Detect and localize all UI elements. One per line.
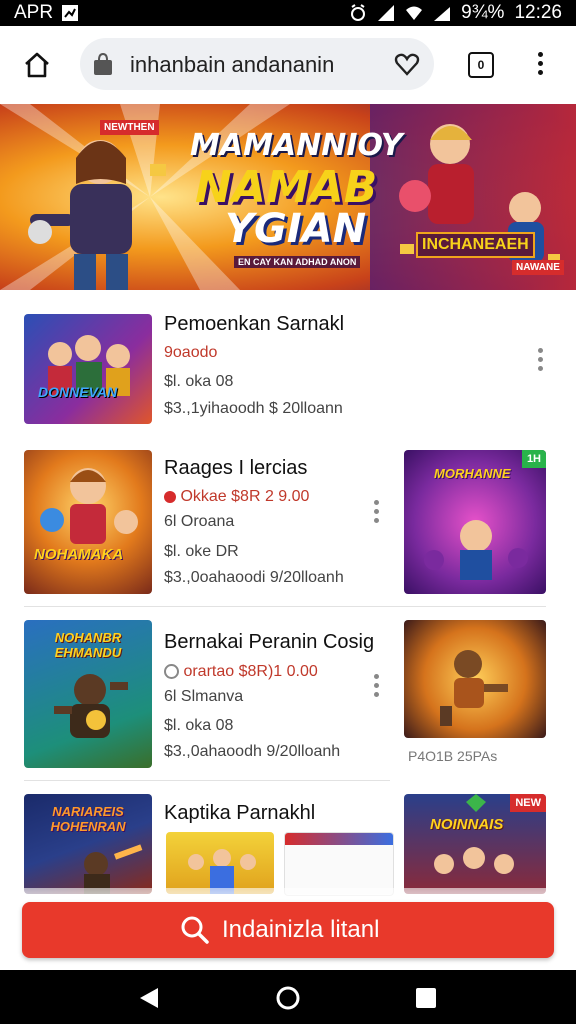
- notification-icon: [62, 5, 79, 21]
- product-thumb-3[interactable]: NOHANBR EHMANDU: [24, 620, 152, 768]
- side-thumb-4[interactable]: NOINNAIS NEW: [404, 794, 546, 894]
- new-badge: 1H: [521, 450, 546, 468]
- alarm-icon: [351, 4, 366, 21]
- side-caption-3: P4O1B 25PAs: [408, 748, 498, 764]
- game-art-thumb: [48, 335, 130, 396]
- back-icon[interactable]: [138, 986, 160, 1010]
- tomato-icon: [164, 490, 176, 503]
- signal-icon: [378, 5, 395, 21]
- url-bar[interactable]: inhanbain andananin: [80, 38, 434, 90]
- game-art-thumb: [188, 849, 256, 894]
- product-thumb-4[interactable]: NARIAREIS HOHENRAN: [24, 794, 152, 894]
- cell-signal-icon: [434, 7, 451, 21]
- product-meta-2b: $l. oke DR: [164, 543, 239, 560]
- product-price-3: orartao $8R)1 0.00: [164, 663, 318, 681]
- gallery-thumb-strip: [285, 833, 393, 845]
- banner-strap: EN CAY KAN ADHAD ANON: [234, 256, 361, 268]
- banner-title-line3: YGIAN: [225, 206, 367, 252]
- hero-banner[interactable]: MAMANNIOY NAMAB YGIAN EN CAY KAN ADHAD A…: [0, 104, 576, 290]
- more-options-icon[interactable]: [374, 500, 380, 527]
- recents-icon[interactable]: [415, 987, 437, 1009]
- system-nav-bar: [0, 970, 576, 1024]
- product-thumb-2[interactable]: NOHAMAKA: [24, 450, 152, 594]
- search-icon: [181, 916, 209, 944]
- game-art-thumb: [440, 650, 508, 726]
- thumb-title-3: NOHANBR EHMANDU: [54, 630, 122, 660]
- product-meta-1a: $l. oka 08: [164, 373, 234, 390]
- search-button[interactable]: Indainizla litanl: [22, 902, 554, 958]
- product-price-2-text: Okkae $8R 2 9.00: [180, 488, 310, 505]
- banner-subtitle: INCHANEAEH: [416, 232, 535, 258]
- product-title-3[interactable]: Bernakai Peranin Cosig: [164, 631, 374, 654]
- battery-label: 9¾%: [461, 2, 505, 23]
- more-options-icon[interactable]: [374, 674, 380, 701]
- tab-switcher-button[interactable]: 0: [468, 52, 494, 78]
- product-price-3-text: orartao $8R)1 0.00: [183, 663, 318, 680]
- banner-tag-left: NEWTHEN: [100, 120, 159, 135]
- banner-title-line1: MAMANNIOY: [190, 128, 403, 163]
- carrier-label: APR: [14, 2, 54, 23]
- clock-icon: [164, 664, 179, 680]
- product-meta-3b: $l. oka 08: [164, 717, 234, 734]
- wifi-icon: [406, 6, 423, 20]
- banner-tag-right: NAWANE: [512, 260, 564, 275]
- game-art-thumb: [40, 468, 138, 544]
- product-title-1[interactable]: Pemoenkan Sarnakl: [164, 313, 344, 336]
- gallery-thumb-b[interactable]: [284, 832, 394, 896]
- url-text: inhanbain andananin: [130, 52, 335, 77]
- divider: [24, 606, 546, 607]
- thumb-title-1: DONNEVAN: [38, 384, 118, 400]
- heart-icon[interactable]: [394, 52, 420, 76]
- divider: [24, 780, 390, 781]
- menu-icon[interactable]: [538, 52, 544, 79]
- product-title-4[interactable]: Kaptika Parnakhl: [164, 802, 315, 825]
- product-title-2[interactable]: Raages I lercias: [164, 457, 307, 480]
- side-thumb-title-2: MORHANNE: [434, 466, 511, 481]
- tab-count: 0: [477, 58, 485, 72]
- browser-toolbar: inhanbain andananin 0: [0, 26, 576, 105]
- gallery-thumb-a[interactable]: [166, 832, 274, 894]
- product-price-2: Okkae $8R 2 9.00: [164, 488, 309, 506]
- product-meta-2a: 6l Oroana: [164, 513, 235, 530]
- product-price-1: 9oaodo: [164, 344, 218, 361]
- product-meta-2c: $3.,0oahaoodi 9/20lloanh: [164, 569, 344, 586]
- home-icon[interactable]: [22, 50, 52, 80]
- clock: 12:26: [514, 2, 562, 23]
- side-thumb-3[interactable]: [404, 620, 546, 738]
- product-meta-3c: $3.,0ahaoodh 9/20lloanh: [164, 743, 341, 760]
- home-circle-icon[interactable]: [275, 985, 301, 1011]
- more-options-icon[interactable]: [538, 348, 544, 375]
- search-button-label: Indainizla litanl: [222, 916, 380, 943]
- status-bar: APR 9¾% 12:26: [0, 0, 576, 26]
- product-thumb-1[interactable]: DONNEVAN: [24, 314, 152, 424]
- product-meta-1b: $3.,1yihaoodh $ 20lloann: [164, 400, 343, 417]
- side-thumb-title-4: NOINNAIS: [430, 816, 504, 833]
- new-badge: NEW: [510, 794, 546, 812]
- side-thumb-2[interactable]: MORHANNE 1H: [404, 450, 546, 594]
- thumb-title-2: NOHAMAKA: [34, 546, 124, 563]
- product-meta-3a: 6l Slmanva: [164, 688, 244, 705]
- thumb-title-4: NARIAREIS HOHENRAN: [50, 804, 126, 834]
- shopping-bag-icon: [94, 52, 112, 75]
